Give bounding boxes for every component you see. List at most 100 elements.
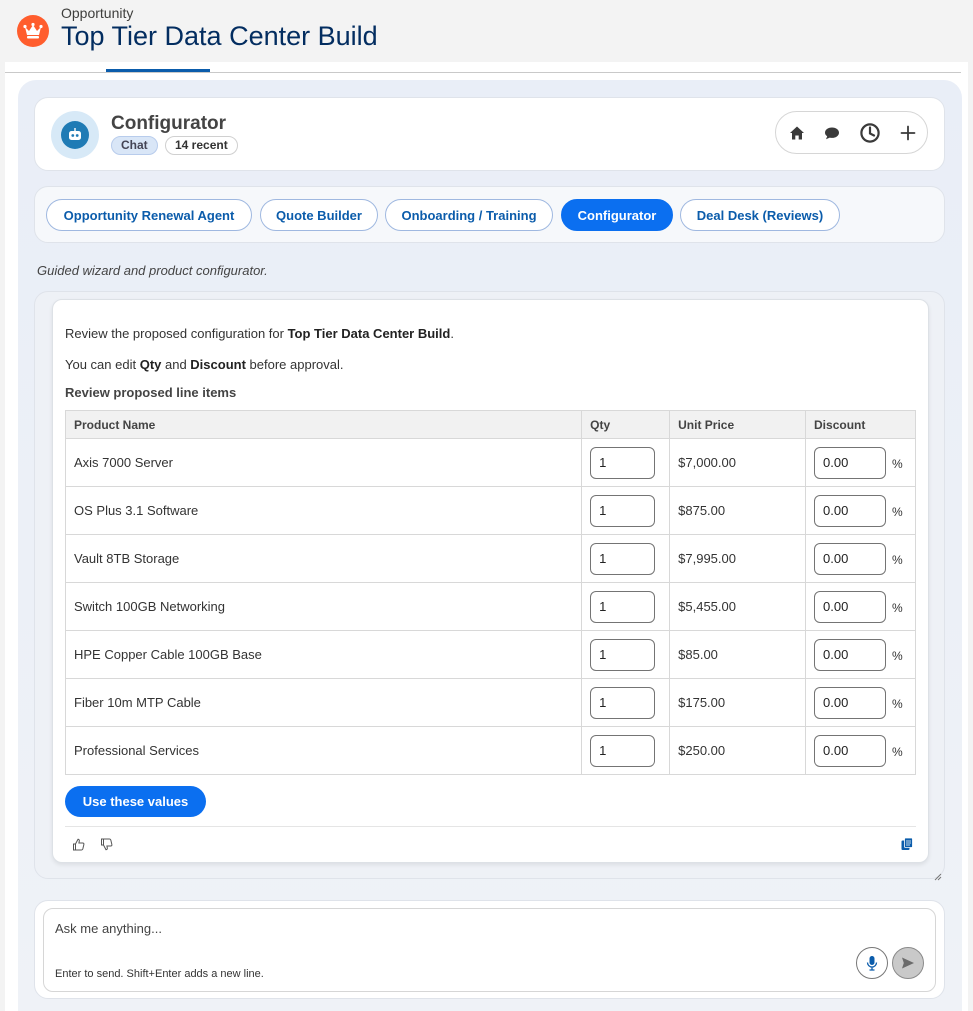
product-name-cell: HPE Copper Cable 100GB Base xyxy=(64,630,583,679)
composer-hint: Enter to send. Shift+Enter adds a new li… xyxy=(55,968,264,980)
product-name-cell: Fiber 10m MTP Cable xyxy=(64,678,583,727)
table-row: Fiber 10m MTP Cable $175.00% xyxy=(64,678,916,727)
table-header-row: Product Name Qty Unit Price Discount xyxy=(64,410,916,439)
qty-cell xyxy=(581,534,671,583)
discount-cell: % xyxy=(805,486,916,535)
agent-actions xyxy=(775,111,928,154)
agent-name: Configurator xyxy=(111,113,227,134)
column-header-qty: Qty xyxy=(581,410,671,439)
qty-cell xyxy=(581,438,671,487)
discount-cell: % xyxy=(805,534,916,583)
agent-description: Guided wizard and product configurator. xyxy=(37,263,268,278)
qty-cell xyxy=(581,630,671,679)
discount-cell: % xyxy=(805,630,916,679)
history-icon[interactable] xyxy=(858,121,882,145)
agent-card: Configurator Chat 14 recent xyxy=(34,97,945,171)
divider xyxy=(65,826,916,827)
product-name-cell: Axis 7000 Server xyxy=(64,438,583,487)
edit-instructions: You can edit Qty and Discount before app… xyxy=(65,357,344,372)
percent-sign: % xyxy=(892,456,903,471)
percent-sign: % xyxy=(892,552,903,567)
intro-text: Review the proposed configuration for To… xyxy=(65,326,454,341)
percent-sign: % xyxy=(892,696,903,711)
qty-cell xyxy=(581,678,671,727)
unit-price-cell: $7,995.00 xyxy=(669,534,807,583)
crown-icon xyxy=(17,15,49,47)
table-row: HPE Copper Cable 100GB Base $85.00% xyxy=(64,630,916,679)
discount-cell: % xyxy=(805,582,916,631)
chat-bubble-icon[interactable] xyxy=(820,121,844,145)
unit-price-cell: $5,455.00 xyxy=(669,582,807,631)
discount-cell: % xyxy=(805,726,916,775)
chat-transcript[interactable]: Review the proposed configuration for To… xyxy=(34,291,945,881)
percent-sign: % xyxy=(892,600,903,615)
section-heading: Review proposed line items xyxy=(65,385,237,400)
qty-input[interactable] xyxy=(590,686,656,719)
thumbs-down-icon[interactable] xyxy=(98,836,114,852)
discount-input[interactable] xyxy=(814,638,887,671)
message-input[interactable] xyxy=(55,921,755,936)
tab-opportunity-renewal-agent[interactable]: Opportunity Renewal Agent xyxy=(46,199,252,231)
agent-panel: Configurator Chat 14 recent Opportunity … xyxy=(18,80,962,1011)
resize-handle-icon[interactable] xyxy=(934,868,942,881)
qty-cell xyxy=(581,582,671,631)
home-icon[interactable] xyxy=(785,121,809,145)
thumbs-up-icon[interactable] xyxy=(70,836,86,852)
table-row: OS Plus 3.1 Software $875.00% xyxy=(64,486,916,535)
chat-badge: Chat xyxy=(111,136,158,155)
table-row: Professional Services $250.00% xyxy=(64,726,916,775)
discount-input[interactable] xyxy=(814,590,887,623)
plus-icon[interactable] xyxy=(896,121,920,145)
product-name-cell: Switch 100GB Networking xyxy=(64,582,583,631)
agent-message: Review the proposed configuration for To… xyxy=(52,299,929,863)
qty-input[interactable] xyxy=(590,542,656,575)
percent-sign: % xyxy=(892,744,903,759)
unit-price-cell: $250.00 xyxy=(669,726,807,775)
unit-price-cell: $875.00 xyxy=(669,486,807,535)
column-header-product: Product Name xyxy=(64,410,583,439)
page-title: Top Tier Data Center Build xyxy=(61,21,378,51)
product-name-cell: OS Plus 3.1 Software xyxy=(64,486,583,535)
unit-price-cell: $85.00 xyxy=(669,630,807,679)
microphone-icon[interactable] xyxy=(856,947,888,979)
message-composer: Enter to send. Shift+Enter adds a new li… xyxy=(34,900,945,999)
unit-price-cell: $7,000.00 xyxy=(669,438,807,487)
discount-cell: % xyxy=(805,438,916,487)
qty-input[interactable] xyxy=(590,494,656,527)
percent-sign: % xyxy=(892,504,903,519)
tab-configurator[interactable]: Configurator xyxy=(561,199,673,231)
tab-divider xyxy=(5,72,961,73)
discount-input[interactable] xyxy=(814,542,887,575)
agent-tabs: Opportunity Renewal Agent Quote Builder … xyxy=(34,186,945,243)
table-row: Switch 100GB Networking $5,455.00% xyxy=(64,582,916,631)
qty-cell xyxy=(581,726,671,775)
discount-input[interactable] xyxy=(814,686,887,719)
record-header: Opportunity Top Tier Data Center Build xyxy=(0,0,973,62)
copy-icon[interactable] xyxy=(899,836,915,852)
use-these-values-button[interactable]: Use these values xyxy=(65,786,206,817)
discount-input[interactable] xyxy=(814,446,887,479)
robot-icon xyxy=(61,121,89,149)
discount-input[interactable] xyxy=(814,734,887,767)
column-header-unit-price: Unit Price xyxy=(669,410,807,439)
object-type-label: Opportunity xyxy=(61,5,134,21)
qty-cell xyxy=(581,486,671,535)
content-shell: Configurator Chat 14 recent Opportunity … xyxy=(5,62,968,1011)
avatar xyxy=(51,111,99,159)
column-header-discount: Discount xyxy=(805,410,916,439)
qty-input[interactable] xyxy=(590,446,656,479)
tab-onboarding-training[interactable]: Onboarding / Training xyxy=(385,199,553,231)
line-items-table: Product Name Qty Unit Price Discount Axi… xyxy=(64,410,916,775)
table-row: Vault 8TB Storage $7,995.00% xyxy=(64,534,916,583)
qty-input[interactable] xyxy=(590,638,656,671)
qty-input[interactable] xyxy=(590,590,656,623)
send-icon[interactable] xyxy=(892,947,924,979)
tab-deal-desk-reviews[interactable]: Deal Desk (Reviews) xyxy=(680,199,840,231)
opportunity-name: Top Tier Data Center Build xyxy=(287,326,451,341)
tab-quote-builder[interactable]: Quote Builder xyxy=(260,199,378,231)
qty-input[interactable] xyxy=(590,734,656,767)
table-row: Axis 7000 Server $7,000.00% xyxy=(64,438,916,487)
product-name-cell: Vault 8TB Storage xyxy=(64,534,583,583)
recent-count-badge[interactable]: 14 recent xyxy=(165,136,238,155)
discount-input[interactable] xyxy=(814,494,887,527)
